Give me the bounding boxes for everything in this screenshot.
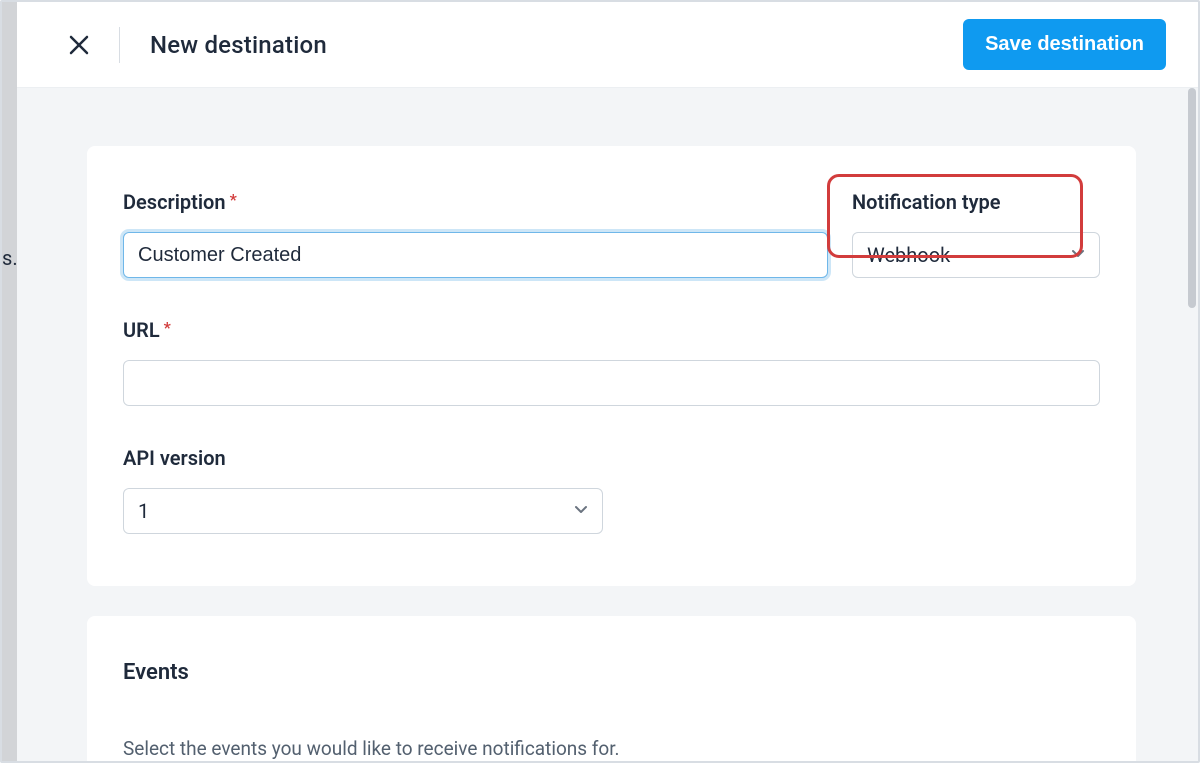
scrollbar-track[interactable]	[1186, 88, 1198, 761]
app-frame: s.co New destination Save destination	[0, 0, 1200, 763]
events-card: Events Select the events you would like …	[87, 616, 1136, 761]
url-label: URL*	[123, 318, 1100, 342]
api-version-label: API version	[123, 446, 1100, 470]
modal-body: Description* Notification type Webhook	[17, 88, 1186, 761]
url-input[interactable]	[123, 360, 1100, 406]
api-version-select[interactable]: 1	[123, 488, 603, 534]
api-version-field: API version 1	[123, 446, 1100, 534]
events-title: Events	[123, 660, 1100, 685]
modal-header: New destination Save destination	[17, 2, 1198, 88]
details-card: Description* Notification type Webhook	[87, 146, 1136, 586]
close-icon	[68, 34, 90, 56]
api-version-select-wrap: 1	[123, 488, 603, 534]
save-destination-button[interactable]: Save destination	[963, 19, 1166, 70]
description-label: Description*	[123, 190, 828, 214]
url-field: URL*	[123, 318, 1100, 406]
notification-type-field: Notification type Webhook	[852, 190, 1100, 278]
modal-panel: New destination Save destination Descrip…	[17, 2, 1198, 761]
api-version-value: 1	[138, 499, 149, 523]
description-input[interactable]	[123, 232, 828, 278]
description-field: Description*	[123, 190, 828, 278]
row-description-type: Description* Notification type Webhook	[123, 190, 1100, 278]
close-button[interactable]	[65, 31, 93, 59]
notification-type-label: Notification type	[852, 190, 1100, 214]
modal-title: New destination	[150, 31, 327, 59]
background-sliver	[2, 2, 17, 761]
notification-type-value: Webhook	[867, 243, 950, 267]
required-marker: *	[164, 318, 171, 337]
scrollbar-thumb[interactable]	[1188, 88, 1196, 308]
header-divider	[119, 27, 120, 63]
required-marker: *	[230, 190, 237, 209]
events-hint: Select the events you would like to rece…	[123, 737, 1100, 760]
notification-type-select-wrap: Webhook	[852, 232, 1100, 278]
label-text: URL	[123, 318, 160, 342]
label-text: Description	[123, 190, 226, 214]
close-wrap	[65, 27, 150, 63]
notification-type-select[interactable]: Webhook	[852, 232, 1100, 278]
